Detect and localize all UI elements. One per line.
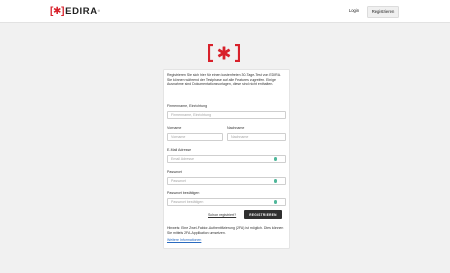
lastname-input[interactable] [227,133,286,141]
company-input[interactable] [167,111,286,119]
brand-logo-name: EDIRA [65,5,98,17]
registration-intro-text: Registrieren Sie sich hier für einen kos… [167,73,281,87]
lastname-label: Nachname [227,126,245,130]
already-registered-link[interactable]: Schon registriert? [208,213,236,217]
firstname-input[interactable] [167,133,223,141]
login-link[interactable]: Login [345,6,363,16]
two-factor-hint: Hinweis: Eine Zwei-Faktor-Authentifizier… [167,226,284,235]
password-confirm-input[interactable] [167,198,286,206]
password-input[interactable] [167,177,286,185]
email-label: E-Mail Adresse [167,148,192,152]
brand-logo[interactable]: [✱] EDIRA ® [50,5,100,17]
register-submit-button[interactable]: REGISTRIEREN [244,210,282,219]
brand-logo-mark: [✱] [50,5,65,17]
top-navigation-bar: [✱] EDIRA ® Login Registrieren [0,0,450,23]
password-confirm-label: Passwort bestätigen [167,191,200,195]
edira-emblem-icon [208,44,240,62]
company-label: Firmenname, Einrichtung [167,104,208,108]
more-information-link[interactable]: Weitere Informationen [167,238,201,242]
register-nav-button[interactable]: Registrieren [367,6,399,18]
registered-mark: ® [97,9,100,13]
firstname-label: Vorname [167,126,182,130]
registration-card: Registrieren Sie sich hier für einen kos… [163,69,290,249]
email-input[interactable] [167,155,286,163]
password-label: Passwort [167,170,182,174]
